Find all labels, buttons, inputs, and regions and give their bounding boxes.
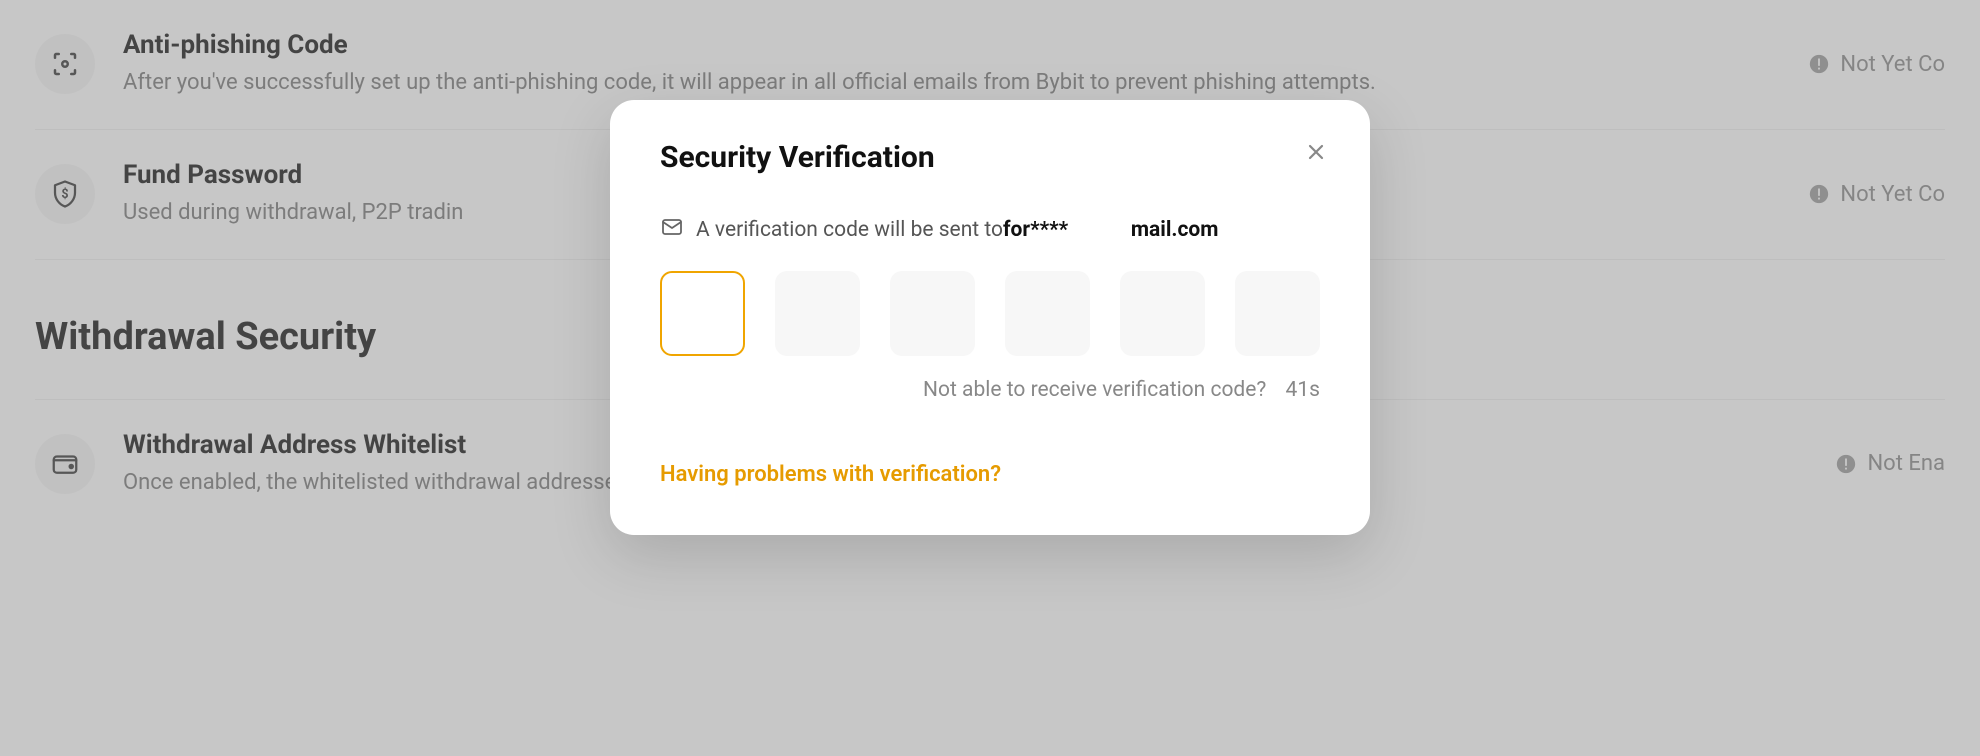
resend-text: Not able to receive verification code?	[923, 378, 1266, 402]
verification-help-link[interactable]: Having problems with verification?	[660, 462, 1320, 487]
code-digit-5[interactable]	[1120, 271, 1205, 356]
modal-title: Security Verification	[660, 140, 1320, 175]
masked-email: for**** mail.com	[1003, 218, 1218, 242]
code-digit-2[interactable]	[775, 271, 860, 356]
sent-prefix-text: A verification code will be sent to	[696, 218, 1003, 242]
resend-code-line: Not able to receive verification code? 4…	[660, 378, 1320, 402]
code-digit-3[interactable]	[890, 271, 975, 356]
code-digit-4[interactable]	[1005, 271, 1090, 356]
resend-countdown: 41s	[1286, 378, 1320, 402]
verification-sent-message: A verification code will be sent to for*…	[660, 215, 1320, 245]
verification-code-inputs	[660, 271, 1320, 356]
code-digit-6[interactable]	[1235, 271, 1320, 356]
close-button[interactable]	[1304, 140, 1328, 168]
modal-overlay: Security Verification A verification cod…	[0, 0, 1980, 756]
code-digit-1[interactable]	[660, 271, 745, 356]
close-icon	[1304, 140, 1328, 164]
mail-icon	[660, 215, 684, 245]
security-verification-modal: Security Verification A verification cod…	[610, 100, 1370, 535]
